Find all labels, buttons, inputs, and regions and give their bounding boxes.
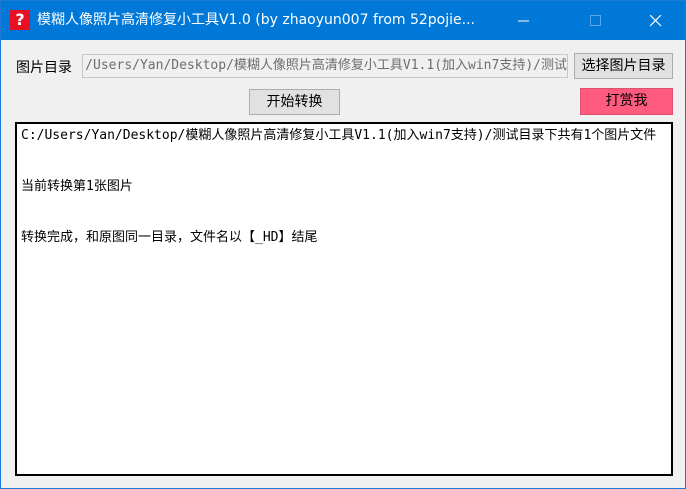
app-window: ? 模糊人像照片高清修复小工具V1.0 (by zhaoyun007 from … — [0, 0, 686, 489]
title-bar[interactable]: ? 模糊人像照片高清修复小工具V1.0 (by zhaoyun007 from … — [1, 1, 685, 40]
reward-button[interactable]: 打赏我 — [580, 88, 673, 115]
minimize-icon — [518, 20, 529, 22]
log-line: C:/Users/Yan/Desktop/模糊人像照片高清修复小工具V1.1(加… — [21, 128, 657, 143]
choose-dir-button[interactable]: 选择图片目录 — [574, 53, 673, 79]
close-button[interactable] — [633, 1, 679, 40]
image-dir-label: 图片目录 — [16, 60, 72, 76]
image-dir-value: C:/Users/Yan/Desktop/模糊人像照片高清修复小工具V1.1(加… — [82, 58, 567, 73]
log-output[interactable]: C:/Users/Yan/Desktop/模糊人像照片高清修复小工具V1.1(加… — [15, 122, 673, 476]
maximize-button[interactable] — [573, 1, 619, 40]
log-line: 当前转换第1张图片 — [21, 179, 133, 194]
window-title: 模糊人像照片高清修复小工具V1.0 (by zhaoyun007 from 52… — [37, 12, 475, 28]
minimize-button[interactable] — [501, 1, 547, 40]
start-convert-button[interactable]: 开始转换 — [249, 89, 340, 115]
log-line: 转换完成，和原图同一目录，文件名以【_HD】结尾 — [21, 230, 318, 245]
maximize-icon — [590, 15, 601, 26]
question-mark-icon: ? — [10, 10, 30, 30]
close-icon — [650, 15, 662, 27]
image-dir-input[interactable]: C:/Users/Yan/Desktop/模糊人像照片高清修复小工具V1.1(加… — [82, 54, 568, 78]
